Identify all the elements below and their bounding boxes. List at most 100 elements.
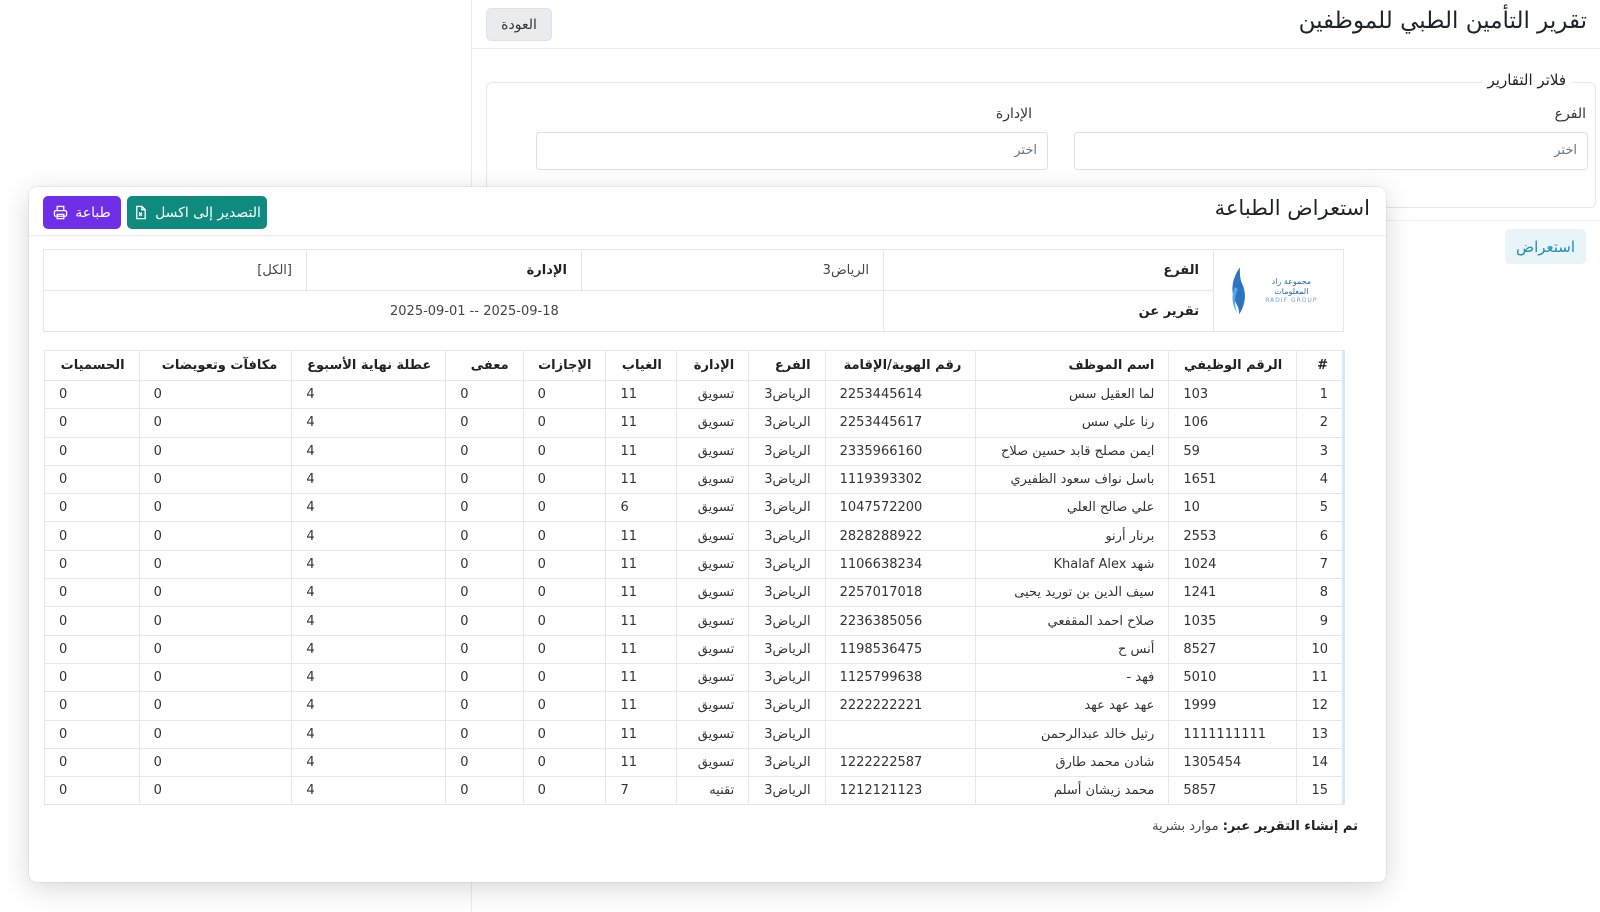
table-cell: 5010 — [1168, 662, 1298, 693]
table-cell: الرياض3 — [748, 606, 826, 636]
table-cell: 0 — [445, 776, 524, 806]
printer-icon — [54, 205, 68, 220]
table-cell: تسويق — [675, 408, 750, 438]
table-cell: 0 — [445, 521, 524, 551]
column-header: الحسميات — [44, 350, 140, 381]
table-cell: 11 — [605, 379, 677, 410]
table-cell: 4 — [291, 719, 447, 749]
logo-line-2: RADIF GROUP — [1265, 296, 1318, 304]
table-cell: تسويق — [675, 549, 750, 580]
table-cell: 0 — [445, 379, 524, 410]
info-report-for-value: 2025-09-01 -- 2025-09-18 — [43, 290, 884, 332]
table-cell: تسويق — [675, 436, 750, 466]
table-cell: تسويق — [675, 379, 750, 410]
table-cell: برنار أرنو — [975, 521, 1170, 551]
print-button[interactable]: طباعة — [43, 196, 121, 229]
table-cell: باسل نواف سعود الظفيري — [975, 464, 1170, 495]
table-row: 1 103 لما العقيل سس 2253445614 الرياض3 تسويق 1… — [44, 379, 1344, 410]
table-cell: تسويق — [675, 634, 750, 664]
table-cell: 0 — [522, 521, 607, 551]
table-cell: 0 — [522, 747, 607, 778]
table-cell — [824, 719, 977, 749]
table-cell: الرياض3 — [748, 493, 826, 523]
table-cell: 4 — [291, 408, 447, 438]
table-cell: 11 — [605, 634, 677, 664]
table-cell: 4 — [291, 691, 447, 721]
table-cell: 0 — [44, 606, 140, 636]
back-button[interactable]: العودة — [486, 8, 552, 41]
table-cell: 11 — [605, 719, 677, 749]
footer-label: تم إنشاء التقرير عبر: — [1222, 819, 1358, 834]
department-select[interactable]: اختر — [536, 132, 1048, 170]
table-cell: 0 — [44, 776, 140, 806]
table-cell: 1198536475 — [824, 634, 977, 664]
company-logo: مجموعة راد المعلومات RADIF GROUP — [1213, 249, 1344, 332]
table-cell: الرياض3 — [748, 408, 826, 438]
table-cell: 0 — [522, 578, 607, 608]
table-cell: تسويق — [675, 747, 750, 778]
table-cell: 1 — [1296, 379, 1344, 410]
info-branch-label: الفرع — [883, 249, 1214, 291]
table-cell: 0 — [138, 719, 293, 749]
table-row: 5 10 علي صالح العلي 1047572200 الرياض3 تسويق 6… — [44, 493, 1344, 523]
report-info-table: مجموعة راد المعلومات RADIF GROUP الفرع ا… — [43, 249, 1344, 332]
table-cell: 4 — [291, 747, 447, 778]
info-department-value: [الكل] — [43, 249, 307, 291]
table-cell: 9 — [1296, 606, 1344, 636]
table-cell: 103 — [1168, 379, 1298, 410]
table-cell: 0 — [138, 408, 293, 438]
table-cell: 4 — [291, 776, 447, 806]
table-cell: 0 — [445, 578, 524, 608]
table-cell: شادن محمد طارق — [975, 747, 1170, 778]
employees-table: # الرقم الوظيفي اسم الموظف رقم الهوية/الإقا… — [44, 350, 1345, 806]
table-cell: 0 — [445, 719, 524, 749]
print-preview-modal: استعراض الطباعة التصدير إلى اكسل طباعة م… — [29, 187, 1386, 882]
table-cell: 0 — [445, 408, 524, 438]
table-cell: 0 — [138, 634, 293, 664]
table-cell: 4 — [291, 578, 447, 608]
table-cell: 0 — [44, 634, 140, 664]
table-cell: الرياض3 — [748, 379, 826, 410]
info-report-for-label: تقرير عن — [883, 290, 1214, 332]
table-cell: 0 — [44, 662, 140, 693]
table-cell: 3 — [1296, 436, 1344, 466]
column-header: اسم الموظف — [975, 350, 1170, 381]
table-cell: 2236385056 — [824, 606, 977, 636]
table-cell: 11 — [605, 408, 677, 438]
table-cell: رنا علي سس — [975, 408, 1170, 438]
table-cell: 2553 — [1168, 521, 1298, 551]
table-cell: 11 — [605, 691, 677, 721]
branch-select[interactable]: اختر — [1074, 132, 1588, 170]
table-cell: 1035 — [1168, 606, 1298, 636]
table-cell: 4 — [291, 493, 447, 523]
table-cell: 106 — [1168, 408, 1298, 438]
table-cell: 1111111111 — [1168, 719, 1298, 749]
table-cell: 0 — [138, 436, 293, 466]
table-cell: 0 — [44, 578, 140, 608]
table-cell: 1106638234 — [824, 549, 977, 580]
table-row: 4 1651 باسل نواف سعود الظفيري 1119393302 الر… — [44, 464, 1344, 495]
info-department-label: الإدارة — [306, 249, 582, 291]
table-cell: الرياض3 — [748, 464, 826, 495]
view-button[interactable]: استعراض — [1505, 229, 1586, 264]
report-footer: تم إنشاء التقرير عبر: موارد بشرية — [1152, 819, 1358, 834]
column-header: # — [1296, 350, 1344, 381]
table-cell: 1119393302 — [824, 464, 977, 495]
table-cell: 5857 — [1168, 776, 1298, 806]
footer-value: موارد بشرية — [1152, 819, 1219, 834]
column-header: الغياب — [605, 350, 677, 381]
table-cell: 7 — [605, 776, 677, 806]
table-cell: 4 — [291, 464, 447, 495]
table-cell: 4 — [291, 521, 447, 551]
table-cell: 13 — [1296, 719, 1344, 749]
table-cell: 0 — [44, 408, 140, 438]
table-cell: 4 — [291, 436, 447, 466]
branch-filter-label: الفرع — [1554, 106, 1586, 122]
logo-line-1: مجموعة راد المعلومات — [1271, 277, 1312, 296]
export-excel-button[interactable]: التصدير إلى اكسل — [127, 196, 267, 229]
table-cell: 2335966160 — [824, 436, 977, 466]
table-cell: تسويق — [675, 521, 750, 551]
column-header: معفى — [445, 350, 524, 381]
table-cell: 5 — [1296, 493, 1344, 523]
table-row: 12 1999 عهد عهد عهد 2222222221 الرياض3 تسويق 1… — [44, 691, 1344, 721]
